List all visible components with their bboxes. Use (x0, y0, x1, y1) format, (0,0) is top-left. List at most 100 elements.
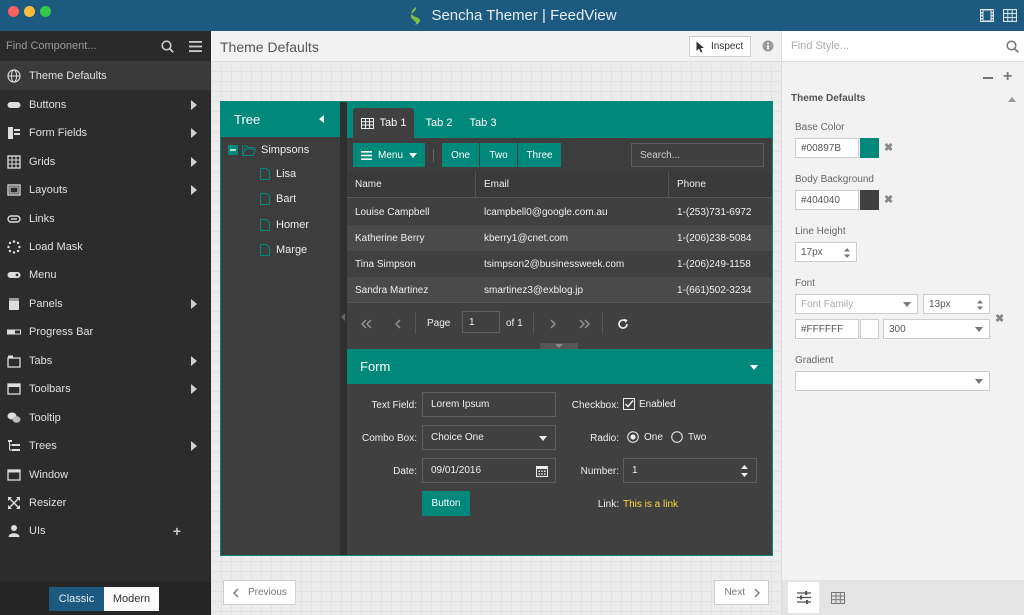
font-weight-select[interactable]: 300 (883, 319, 990, 339)
enabled-checkbox[interactable]: Enabled (623, 398, 676, 410)
next-button[interactable]: Next (714, 580, 769, 605)
sidebar-item-tooltip[interactable]: Tooltip (0, 404, 211, 432)
base-color-swatch[interactable] (860, 138, 879, 158)
toolkit-modern-button[interactable]: Modern (104, 587, 159, 611)
sidebar-item-load-mask[interactable]: Load Mask (0, 233, 211, 261)
body-background-value: #404040 (801, 194, 840, 206)
body-background-input[interactable]: #404040 (795, 190, 859, 210)
font-size-input[interactable]: 13px (923, 294, 990, 314)
sample-link[interactable]: This is a link (623, 499, 678, 510)
film-icon[interactable] (980, 9, 994, 22)
grid-search-input[interactable] (631, 143, 764, 167)
font-color-input[interactable]: #FFFFFF (795, 319, 859, 339)
info-icon[interactable] (762, 40, 774, 52)
sidebar-item-buttons[interactable]: Buttons (0, 91, 211, 119)
radio-two[interactable]: Two (671, 431, 706, 443)
sidebar-item-theme-defaults[interactable]: Theme Defaults (0, 62, 211, 90)
line-height-input[interactable]: 17px (795, 242, 857, 262)
stepper-arrows-icon[interactable] (976, 298, 984, 312)
font-color-swatch[interactable] (860, 319, 879, 339)
body-background-swatch[interactable] (860, 190, 879, 210)
collapse-down-icon[interactable] (750, 365, 758, 370)
tab-3[interactable]: Tab 3 (463, 108, 503, 138)
previous-button[interactable]: Previous (223, 580, 296, 605)
number-field[interactable]: 1 (623, 458, 757, 483)
next-page-icon[interactable] (550, 319, 557, 329)
menu-button[interactable]: Menu (353, 143, 425, 167)
segment-two-button[interactable]: Two (480, 143, 517, 167)
hamburger-menu-icon[interactable] (189, 41, 202, 52)
sidebar-item-links[interactable]: Links (0, 205, 211, 233)
progress-bar-icon (7, 329, 21, 335)
style-search-input[interactable] (782, 31, 982, 61)
sidebar-item-toolbars[interactable]: Toolbars (0, 375, 211, 403)
add-ui-icon[interactable]: + (173, 523, 181, 539)
spinner-arrows-icon[interactable] (740, 464, 749, 478)
table-row[interactable]: Tina Simpson tsimpson2@businessweek.com … (347, 251, 772, 277)
sidebar-item-progress-bar[interactable]: Progress Bar (0, 318, 211, 346)
tree-node-bart[interactable]: Bart (260, 193, 296, 205)
refresh-icon[interactable] (617, 318, 629, 330)
gradient-select[interactable] (795, 371, 990, 391)
sidebar-item-tabs[interactable]: Tabs (0, 347, 211, 375)
tree-node-marge[interactable]: Marge (260, 244, 307, 256)
stepper-arrows-icon[interactable] (843, 246, 851, 260)
expand-all-icon[interactable]: + (1003, 68, 1012, 86)
clear-font-icon[interactable]: ✖ (995, 312, 1004, 325)
sidebar-item-layouts[interactable]: Layouts (0, 176, 211, 204)
sidebar-item-uis[interactable]: UIs + (0, 517, 211, 545)
splitter-handle[interactable] (340, 102, 347, 555)
tab-1[interactable]: Tab 1 (353, 108, 414, 138)
segment-one-button[interactable]: One (442, 143, 479, 167)
segment-three-button[interactable]: Three (518, 143, 561, 167)
component-search-input[interactable] (0, 31, 150, 61)
grid-view-icon[interactable] (1003, 9, 1017, 22)
table-view-tab[interactable] (822, 582, 853, 613)
sidebar-item-grids[interactable]: Grids (0, 148, 211, 176)
sidebar-item-window[interactable]: Window (0, 461, 211, 489)
toolkit-classic-button[interactable]: Classic (49, 587, 104, 611)
sidebar-item-form-fields[interactable]: Form Fields (0, 119, 211, 147)
sidebar-item-label: UIs (29, 525, 46, 537)
column-header-name[interactable]: Name (347, 172, 476, 198)
sidebar-item-menu[interactable]: Menu (0, 261, 211, 289)
clear-body-background-icon[interactable]: ✖ (884, 193, 893, 206)
pager-separator (415, 312, 416, 334)
collapse-minus-icon[interactable] (228, 145, 238, 155)
sidebar-item-trees[interactable]: Trees (0, 432, 211, 460)
first-page-icon[interactable] (361, 319, 372, 329)
column-header-email[interactable]: Email (476, 172, 669, 198)
font-family-select[interactable]: Font Family (795, 294, 918, 314)
collapse-all-icon[interactable] (983, 77, 993, 79)
table-row[interactable]: Sandra Martinez smartinez3@exblog.jp 1-(… (347, 277, 772, 303)
calendar-icon[interactable] (536, 465, 548, 477)
table-row[interactable]: Louise Campbell lcampbell0@google.com.au… (347, 199, 772, 225)
last-page-icon[interactable] (579, 319, 590, 329)
base-color-label: Base Color (795, 122, 845, 133)
combo-box[interactable]: Choice One (422, 425, 556, 450)
collapse-section-icon[interactable] (1008, 97, 1016, 102)
tree-node-homer[interactable]: Homer (260, 219, 309, 231)
tree-node-lisa[interactable]: Lisa (260, 168, 296, 180)
tree-node-simpsons[interactable]: Simpsons (228, 144, 309, 156)
search-icon[interactable] (161, 40, 174, 53)
column-header-phone[interactable]: Phone (669, 172, 772, 198)
sidebar-item-resizer[interactable]: Resizer (0, 489, 211, 517)
inspect-button[interactable]: Inspect (689, 36, 751, 57)
form-button[interactable]: Button (422, 491, 470, 516)
base-color-input[interactable]: #00897B (795, 138, 859, 158)
date-field[interactable]: 09/01/2016 (422, 458, 556, 483)
font-family-value: Font Family (801, 298, 854, 310)
properties-tab[interactable] (788, 582, 819, 613)
page-number-input[interactable] (462, 311, 500, 333)
sidebar-item-panels[interactable]: Panels (0, 290, 211, 318)
sidebar-item-label: Window (29, 469, 69, 481)
collapse-left-icon[interactable] (319, 115, 324, 123)
search-icon[interactable] (1006, 40, 1019, 53)
clear-base-color-icon[interactable]: ✖ (884, 141, 893, 154)
previous-page-icon[interactable] (394, 319, 401, 329)
radio-one[interactable]: One (627, 431, 663, 443)
table-row[interactable]: Katherine Berry kberry1@cnet.com 1-(206)… (347, 225, 772, 251)
tab-2[interactable]: Tab 2 (419, 108, 459, 138)
text-field[interactable]: Lorem Ipsum (422, 392, 556, 417)
